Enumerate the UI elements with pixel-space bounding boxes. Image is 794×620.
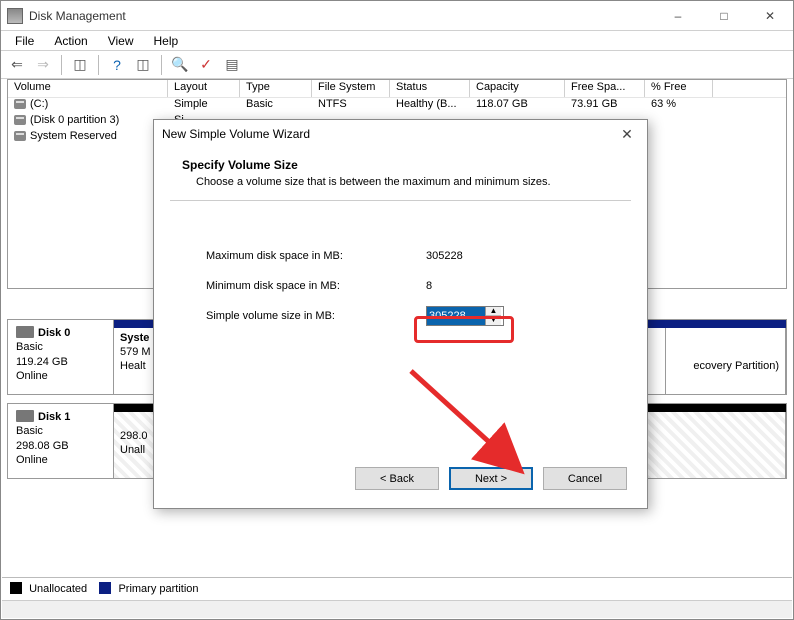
max-space-label: Maximum disk space in MB: [206, 250, 426, 262]
disk-size: 119.24 GB [16, 356, 68, 368]
cell: (Disk 0 partition 3) [30, 114, 119, 126]
separator [161, 55, 162, 75]
status-bar [2, 600, 792, 618]
forward-icon[interactable]: ⇒ [31, 54, 55, 76]
legend-swatch-primary [99, 582, 111, 594]
drive-icon [16, 410, 34, 422]
max-space-value: 305228 [426, 250, 463, 262]
legend-label: Unallocated [29, 583, 87, 595]
volume-size-label: Simple volume size in MB: [206, 310, 426, 322]
show-hide-icon[interactable]: ◫ [68, 54, 92, 76]
menu-file[interactable]: File [5, 32, 44, 50]
volume-icon [14, 131, 26, 141]
dialog-body: Specify Volume Size Choose a volume size… [154, 148, 647, 331]
wizard-dialog: New Simple Volume Wizard ✕ Specify Volum… [153, 119, 648, 509]
drive-icon [16, 326, 34, 338]
menu-bar: File Action View Help [1, 31, 793, 51]
maximize-button[interactable]: □ [701, 1, 747, 31]
cell: Healthy (B... [390, 98, 470, 114]
back-button[interactable]: < Back [355, 467, 439, 490]
table-row[interactable]: (C:) Simple Basic NTFS Healthy (B... 118… [8, 98, 786, 114]
cell: (C:) [30, 98, 48, 110]
disk-name: Disk 0 [38, 327, 70, 339]
part-label: Healt [120, 360, 146, 372]
menu-help[interactable]: Help [144, 32, 189, 50]
window-title: Disk Management [29, 9, 655, 23]
next-button[interactable]: Next > [449, 467, 533, 490]
volume-icon [14, 115, 26, 125]
help-icon[interactable]: ? [105, 54, 129, 76]
cell: 73.91 GB [565, 98, 645, 114]
minimize-button[interactable]: – [655, 1, 701, 31]
cell: Basic [240, 98, 312, 114]
menu-view[interactable]: View [98, 32, 144, 50]
spin-down-icon[interactable]: ▼ [486, 316, 501, 325]
list-icon[interactable]: ▤ [220, 54, 244, 76]
table-header: Volume Layout Type File System Status Ca… [8, 80, 786, 98]
volume-icon [14, 99, 26, 109]
disk-size: 298.08 GB [16, 440, 69, 452]
disk-kind: Basic [16, 425, 43, 437]
dialog-heading: Specify Volume Size [182, 158, 619, 172]
volume-size-input[interactable] [427, 307, 485, 325]
cell: NTFS [312, 98, 390, 114]
part-label: Syste [120, 332, 149, 344]
cancel-button[interactable]: Cancel [543, 467, 627, 490]
col-type[interactable]: Type [240, 80, 312, 97]
col-free[interactable]: Free Spa... [565, 80, 645, 97]
legend: Unallocated Primary partition [2, 577, 792, 599]
legend-label: Primary partition [118, 583, 198, 595]
part-label: ecovery Partition) [693, 360, 779, 372]
disk-label[interactable]: Disk 0 Basic 119.24 GB Online [8, 320, 114, 394]
cell: System Reserved [30, 130, 117, 142]
divider [170, 200, 631, 201]
col-layout[interactable]: Layout [168, 80, 240, 97]
separator [61, 55, 62, 75]
volume-size-spinner[interactable]: ▲ ▼ [426, 306, 504, 326]
col-volume[interactable]: Volume [8, 80, 168, 97]
legend-swatch-unallocated [10, 582, 22, 594]
col-pctfree[interactable]: % Free [645, 80, 713, 97]
disk-label[interactable]: Disk 1 Basic 298.08 GB Online [8, 404, 114, 478]
cell: 63 % [645, 98, 713, 114]
close-button[interactable]: ✕ [747, 1, 793, 31]
back-icon[interactable]: ⇐ [5, 54, 29, 76]
col-fs[interactable]: File System [312, 80, 390, 97]
dialog-subtitle: Choose a volume size that is between the… [196, 176, 619, 188]
dialog-buttons: < Back Next > Cancel [355, 467, 627, 490]
dialog-fields: Maximum disk space in MB: 305228 Minimum… [206, 241, 619, 331]
part-label: 298.0 [120, 430, 148, 442]
disk-state: Online [16, 454, 48, 466]
app-icon [7, 8, 23, 24]
title-bar: Disk Management – □ ✕ [1, 1, 793, 31]
part-label: 579 M [120, 346, 151, 358]
disk-name: Disk 1 [38, 411, 70, 423]
check-icon[interactable]: ✓ [194, 54, 218, 76]
refresh-icon[interactable]: ◫ [131, 54, 155, 76]
min-space-label: Minimum disk space in MB: [206, 280, 426, 292]
partition[interactable]: ecovery Partition) [666, 328, 786, 394]
cell: 118.07 GB [470, 98, 565, 114]
disk-kind: Basic [16, 341, 43, 353]
col-capacity[interactable]: Capacity [470, 80, 565, 97]
dialog-title-bar: New Simple Volume Wizard ✕ [154, 120, 647, 148]
dialog-close-icon[interactable]: ✕ [615, 122, 639, 147]
toolbar: ⇐ ⇒ ◫ ? ◫ 🔍 ✓ ▤ [1, 51, 793, 79]
properties-icon[interactable]: 🔍 [168, 54, 192, 76]
min-space-value: 8 [426, 280, 432, 292]
disk-state: Online [16, 370, 48, 382]
separator [98, 55, 99, 75]
col-status[interactable]: Status [390, 80, 470, 97]
dialog-title: New Simple Volume Wizard [162, 127, 310, 141]
menu-action[interactable]: Action [44, 32, 97, 50]
part-label: Unall [120, 444, 145, 456]
cell: Simple [168, 98, 240, 114]
